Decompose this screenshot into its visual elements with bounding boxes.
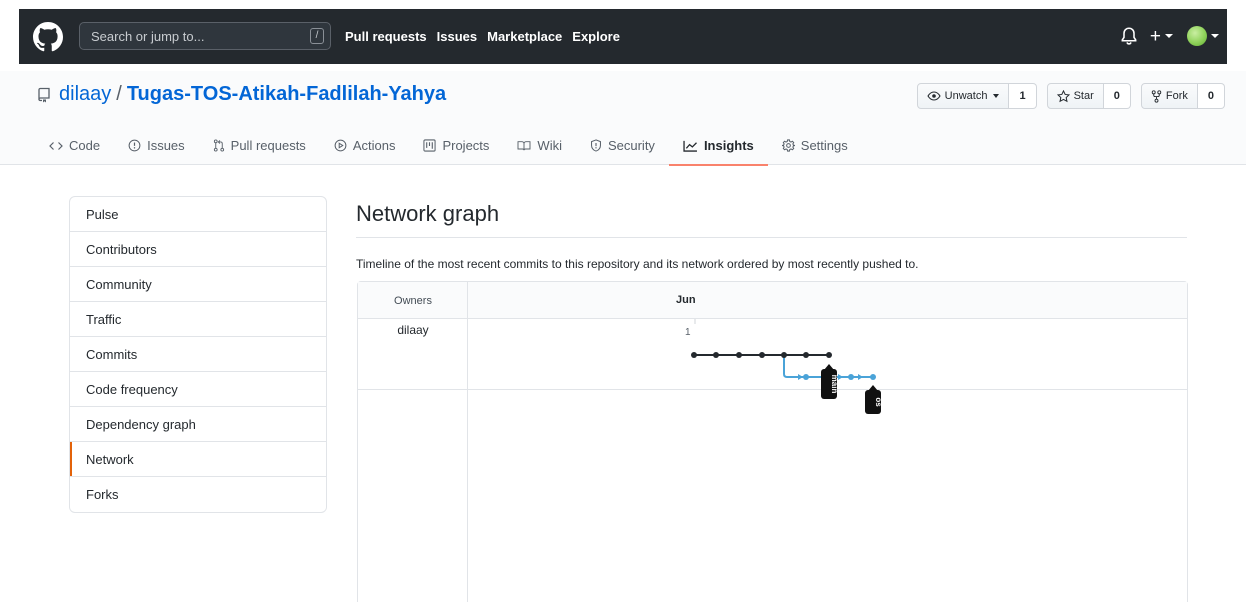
commit-dot [848, 374, 854, 380]
tab-issues[interactable]: Issues [114, 126, 199, 165]
tab-pull-requests-label: Pull requests [230, 138, 306, 153]
code-icon [49, 141, 63, 150]
search-input[interactable] [80, 23, 300, 49]
star-label: Star [1073, 90, 1094, 102]
bell-icon[interactable] [1120, 26, 1138, 46]
chevron-down-icon [993, 94, 1000, 98]
repo-owner-link[interactable]: dilaay [59, 83, 111, 106]
slash-shortcut-key: / [310, 28, 324, 44]
repository-header: dilaay / Tugas-TOS-Atikah-Fadlilah-Yahya… [0, 71, 1246, 166]
tab-projects[interactable]: Projects [409, 126, 503, 165]
nav-explore[interactable]: Explore [572, 29, 620, 44]
branch-label-os-text: os [874, 397, 883, 407]
star-group: Star 0 [1046, 83, 1131, 109]
tab-insights[interactable]: Insights [668, 126, 768, 166]
repository-title: dilaay / Tugas-TOS-Atikah-Fadlilah-Yahya [37, 83, 446, 106]
search-box[interactable]: / [79, 22, 331, 50]
unwatch-button[interactable]: Unwatch [916, 83, 1010, 109]
path-separator: / [116, 83, 122, 105]
star-count[interactable]: 0 [1103, 83, 1131, 109]
tab-pull-requests[interactable]: Pull requests [199, 126, 320, 165]
tab-security[interactable]: Security [576, 126, 669, 165]
tab-projects-label: Projects [442, 138, 490, 153]
play-icon [334, 139, 347, 152]
insights-menu: Pulse Contributors Community Traffic Com… [69, 196, 327, 513]
eye-icon [926, 91, 941, 101]
page-title: Network graph [356, 201, 500, 226]
menu-item-contributors[interactable]: Contributors [70, 232, 326, 267]
global-header: / Pull requests Issues Marketplace Explo… [0, 0, 1246, 71]
star-icon [1056, 89, 1070, 102]
fork-button[interactable]: Fork [1140, 83, 1198, 109]
fork-icon [1151, 89, 1162, 103]
commit-dot [691, 352, 697, 358]
issue-icon [128, 139, 141, 152]
chevron-down-icon[interactable] [1165, 34, 1173, 38]
project-icon [423, 139, 437, 152]
menu-item-network[interactable]: Network [70, 442, 326, 477]
menu-item-commits[interactable]: Commits [70, 337, 326, 372]
fork-count[interactable]: 0 [1197, 83, 1225, 109]
menu-item-dependency-graph[interactable]: Dependency graph [70, 407, 326, 442]
repo-actions: Unwatch 1 Star 0 Fork 0 [907, 83, 1225, 109]
tab-insights-label: Insights [703, 138, 754, 153]
avatar[interactable] [1187, 26, 1207, 46]
tab-settings-label: Settings [800, 138, 848, 153]
commit-dot [870, 374, 876, 380]
arrow-icon [798, 374, 803, 380]
watch-group: Unwatch 1 [916, 83, 1037, 109]
tab-issues-label: Issues [147, 138, 185, 153]
branch-label-main-text: main [830, 375, 839, 394]
arrow-icon [858, 374, 863, 380]
menu-item-pulse[interactable]: Pulse [70, 197, 326, 232]
fork-label: Fork [1165, 90, 1188, 102]
repo-tabs: Code Issues Pull requests Actions Projec… [37, 126, 862, 166]
header-actions: + [1120, 23, 1219, 49]
tab-wiki-label: Wiki [537, 138, 562, 153]
commit-dot [736, 352, 742, 358]
fork-group: Fork 0 [1140, 83, 1225, 109]
commit-dot [713, 352, 719, 358]
title-divider [356, 237, 1187, 238]
menu-item-code-frequency[interactable]: Code frequency [70, 372, 326, 407]
book-icon [517, 140, 531, 150]
tab-actions[interactable]: Actions [320, 126, 410, 165]
commit-dot [759, 352, 765, 358]
graph-icon [683, 140, 697, 152]
page-description: Timeline of the most recent commits to t… [356, 257, 919, 271]
global-nav: Pull requests Issues Marketplace Explore [345, 9, 630, 64]
unwatch-label: Unwatch [944, 90, 988, 102]
commit-dot [803, 352, 809, 358]
pull-request-icon [213, 139, 224, 152]
github-logo-icon[interactable] [33, 22, 63, 52]
network-graph[interactable]: Owners Jun dilaay 1 main os [357, 281, 1188, 602]
header-bar: / Pull requests Issues Marketplace Explo… [19, 9, 1227, 64]
commit-dot [826, 352, 832, 358]
menu-item-community[interactable]: Community [70, 267, 326, 302]
plus-icon[interactable]: + [1150, 27, 1161, 46]
menu-item-traffic[interactable]: Traffic [70, 302, 326, 337]
repo-icon [38, 87, 50, 102]
tab-code-label: Code [69, 138, 101, 153]
repo-name-link[interactable]: Tugas-TOS-Atikah-Fadlilah-Yahya [127, 83, 446, 106]
tab-settings[interactable]: Settings [768, 126, 862, 165]
branch-label-os[interactable]: os [865, 385, 883, 414]
watch-count[interactable]: 1 [1009, 83, 1037, 109]
network-graph-canvas[interactable]: main os [358, 282, 1187, 602]
nav-issues[interactable]: Issues [437, 29, 477, 44]
nav-marketplace[interactable]: Marketplace [487, 29, 562, 44]
menu-item-forks[interactable]: Forks [70, 477, 326, 512]
star-button[interactable]: Star [1046, 83, 1104, 109]
tab-security-label: Security [607, 138, 655, 153]
commit-dot [781, 352, 787, 358]
tab-actions-label: Actions [352, 138, 396, 153]
tab-code[interactable]: Code [37, 126, 114, 165]
commit-dot [803, 374, 809, 380]
shield-icon [591, 139, 601, 152]
branch-label-main[interactable]: main [821, 364, 839, 399]
gear-icon [781, 139, 795, 152]
nav-pull-requests[interactable]: Pull requests [345, 29, 427, 44]
chevron-down-icon[interactable] [1211, 34, 1219, 38]
tab-wiki[interactable]: Wiki [503, 126, 576, 165]
